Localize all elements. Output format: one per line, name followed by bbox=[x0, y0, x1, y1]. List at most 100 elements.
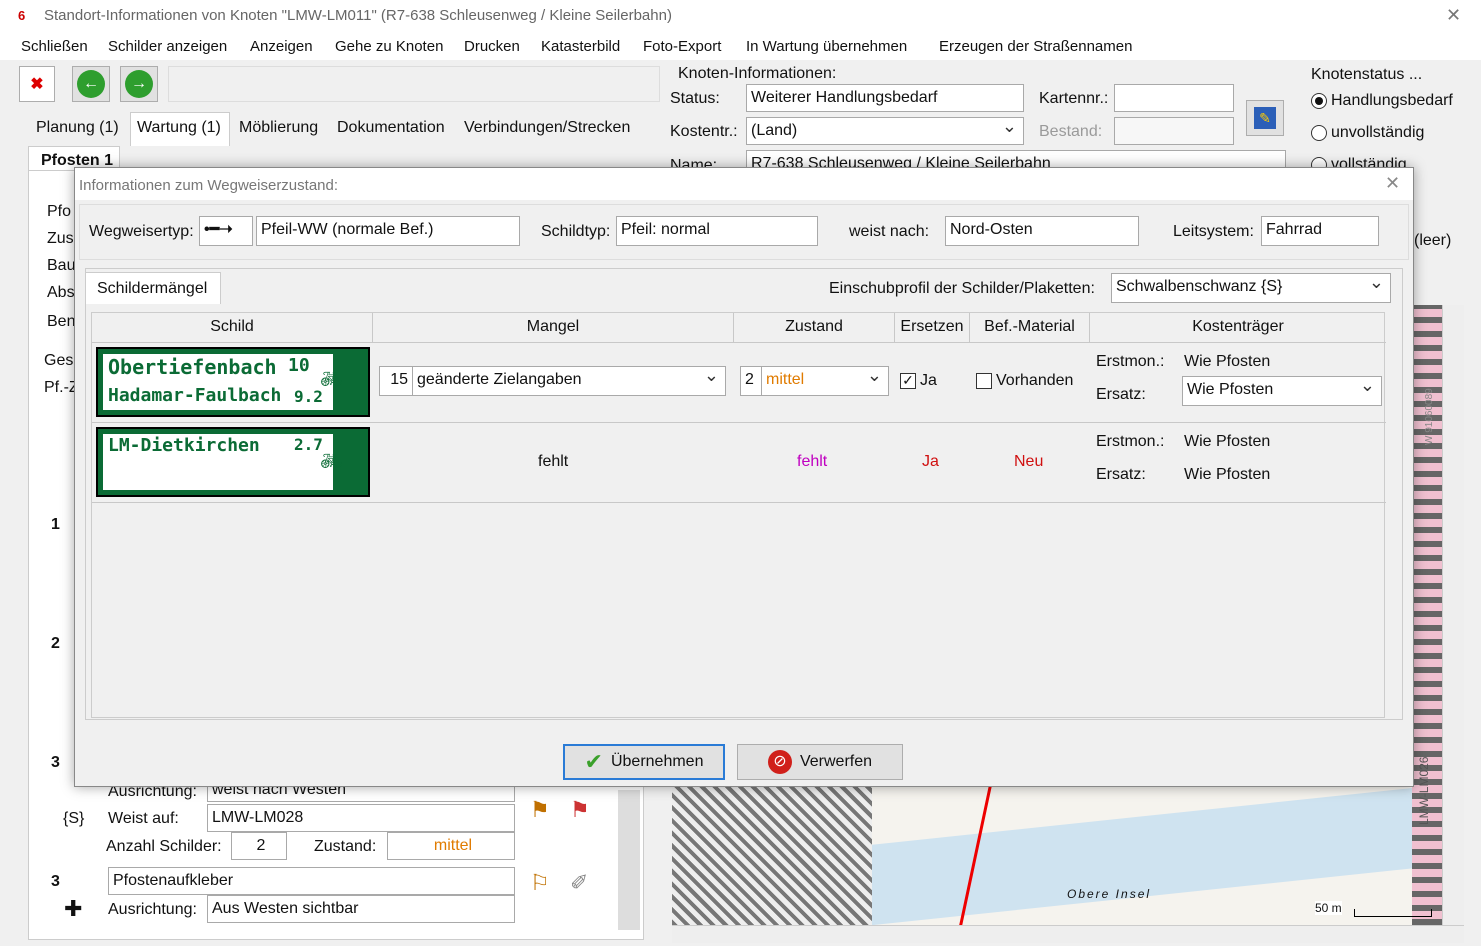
menu-strassen[interactable]: Erzeugen der Straßennamen bbox=[939, 38, 1132, 55]
ersatz-label-2: Ersatz: bbox=[1096, 466, 1146, 483]
menu-gehe[interactable]: Gehe zu Knoten bbox=[335, 38, 443, 55]
weist-nach-field[interactable]: Nord-Osten bbox=[945, 216, 1139, 246]
erstmon-label-2: Erstmon.: bbox=[1096, 433, 1165, 450]
leer-label: (leer) bbox=[1414, 232, 1452, 249]
table-row[interactable]: Obertiefenbach 10 Hadamar-Faulbach 9.2 🚲… bbox=[92, 343, 1386, 423]
einschub-label: Einschubprofil der Schilder/Plaketten: bbox=[829, 280, 1095, 297]
menu-schilder[interactable]: Schilder anzeigen bbox=[108, 38, 227, 55]
mangel-num-1[interactable]: 15 bbox=[379, 366, 413, 396]
radio-dot-off bbox=[1311, 124, 1327, 141]
app-icon: 6 bbox=[18, 8, 26, 23]
sign-delete-icon[interactable]: ⚑ bbox=[570, 797, 590, 823]
table: Schild Mangel Zustand Ersetzen Bef.-Mate… bbox=[91, 312, 1386, 718]
sign-add-icon[interactable]: ⚐ bbox=[530, 870, 550, 896]
weist-auf-label: Weist auf: bbox=[108, 810, 179, 827]
sign2-km1: 2.7 bbox=[294, 435, 323, 454]
cancel-icon: ⊘ bbox=[767, 750, 792, 774]
ersatz-select-1[interactable]: Wie Pfosten bbox=[1182, 376, 1382, 406]
header-zustand[interactable]: Zustand bbox=[734, 313, 895, 343]
erstmon-value-2: Wie Pfosten bbox=[1184, 433, 1271, 450]
window-title: Standort-Informationen von Knoten "LMW-L… bbox=[44, 7, 672, 24]
sign-edit-icon[interactable]: ✐ bbox=[570, 870, 588, 896]
header-ersetzen[interactable]: Ersetzen bbox=[895, 313, 970, 343]
befmat-checkbox-1[interactable]: Vorhanden bbox=[976, 372, 1073, 390]
einschub-select[interactable]: Schwalbenschwanz {S} bbox=[1111, 273, 1391, 303]
ersetzen-checkbox-1[interactable]: ✓ Ja bbox=[900, 372, 937, 390]
radio-dot-on bbox=[1311, 92, 1327, 109]
toolbar-spacer bbox=[168, 66, 660, 102]
kartennr-field[interactable] bbox=[1114, 84, 1234, 112]
status-label: Status: bbox=[670, 90, 720, 107]
header-mangel[interactable]: Mangel bbox=[373, 313, 734, 343]
left-scrollbar[interactable] bbox=[618, 790, 640, 930]
menu-schliessen[interactable]: Schließen bbox=[21, 38, 88, 55]
map-hscroll[interactable] bbox=[672, 925, 1464, 943]
sign-help-icon[interactable]: ⚑ bbox=[530, 797, 550, 823]
ersetzen-value-2: Ja bbox=[922, 453, 939, 470]
map-label-w: W 91060089 bbox=[1424, 388, 1435, 445]
close-icon[interactable]: ✕ bbox=[1446, 5, 1461, 26]
dialog-close-icon[interactable]: ✕ bbox=[1385, 173, 1400, 194]
map-label-insel: Obere Insel bbox=[1067, 887, 1152, 901]
map-vscroll[interactable] bbox=[1442, 305, 1464, 925]
kartennr-label: Kartennr.: bbox=[1039, 90, 1109, 107]
bestand-field[interactable] bbox=[1114, 117, 1234, 145]
radio-unvollstaendig[interactable]: unvollständig bbox=[1311, 124, 1424, 142]
edit-icon[interactable]: ✎ bbox=[1246, 100, 1284, 136]
s-tag: {S} bbox=[63, 810, 85, 827]
anzahl-label: Anzahl Schilder: bbox=[106, 838, 222, 855]
menu-anzeigen[interactable]: Anzeigen bbox=[250, 38, 313, 55]
forward-arrow-icon[interactable]: → bbox=[120, 66, 158, 102]
radio-label-1: Handlungsbedarf bbox=[1331, 92, 1453, 109]
sign2-line1: LM-Dietkirchen bbox=[108, 435, 260, 456]
mangel-value-2: fehlt bbox=[538, 453, 569, 470]
ausrichtung2-label: Ausrichtung: bbox=[108, 901, 197, 918]
uebernehmen-button[interactable]: ✔ Übernehmen bbox=[563, 744, 725, 780]
leitsystem-label: Leitsystem: bbox=[1173, 223, 1254, 240]
befmat-value-2: Neu bbox=[1014, 453, 1044, 470]
tab-schildermaengel[interactable]: Schildermängel bbox=[85, 272, 221, 304]
menu-foto[interactable]: Foto-Export bbox=[643, 38, 721, 55]
zustand-value-2: fehlt bbox=[797, 453, 828, 470]
header-kosten[interactable]: Kostenträger bbox=[1090, 313, 1386, 343]
weist-auf-field[interactable]: LMW-LM028 bbox=[207, 804, 515, 832]
sign1-km2: 9.2 bbox=[294, 387, 323, 406]
left-label-bau: Bau bbox=[47, 257, 76, 274]
back-arrow-icon[interactable]: ← bbox=[72, 66, 110, 102]
radio-handlungsbedarf[interactable]: Handlungsbedarf bbox=[1311, 92, 1453, 110]
sign1-line2: Hadamar-Faulbach bbox=[108, 385, 282, 406]
menu-kataster[interactable]: Katasterbild bbox=[541, 38, 620, 55]
verwerfen-button[interactable]: ⊘ Verwerfen bbox=[737, 744, 903, 780]
tab-verbindungen[interactable]: Verbindungen/Strecken bbox=[464, 119, 630, 137]
check-icon: ✔ bbox=[584, 749, 603, 774]
left-label-abs: Abs bbox=[47, 284, 75, 301]
table-row[interactable]: LM-Dietkirchen 2.7 🚲︎ fehlt fehlt Ja Neu… bbox=[92, 423, 1386, 503]
delete-icon[interactable]: ✖ bbox=[19, 66, 55, 102]
mangel-select-1[interactable]: geänderte Zielangaben bbox=[412, 366, 726, 396]
header-befmat[interactable]: Bef.-Material bbox=[970, 313, 1090, 343]
schildtyp-field[interactable]: Pfeil: normal bbox=[616, 216, 818, 246]
status-field[interactable]: Weiterer Handlungsbedarf bbox=[746, 84, 1024, 112]
zustand-lower-field[interactable]: mittel bbox=[387, 832, 515, 860]
leitsystem-field[interactable]: Fahrrad bbox=[1261, 216, 1379, 246]
wegweisertyp-icon-box: •━➝ bbox=[199, 216, 253, 246]
left-label-ges: Ges bbox=[44, 352, 74, 369]
tab-moeblierung[interactable]: Möblierung bbox=[239, 119, 318, 137]
bicycle-icon: 🚲︎ bbox=[320, 451, 343, 471]
zustand-num-1[interactable]: 2 bbox=[740, 366, 762, 396]
tab-wartung-active[interactable]: Wartung (1) bbox=[130, 112, 230, 146]
wegweisertyp-field[interactable]: Pfeil-WW (normale Bef.) bbox=[256, 216, 520, 246]
ausrichtung2-field[interactable]: Aus Westen sichtbar bbox=[207, 895, 515, 923]
header-schild[interactable]: Schild bbox=[92, 313, 373, 343]
tab-planung[interactable]: Planung (1) bbox=[36, 119, 119, 137]
kostentr-select[interactable]: (Land) bbox=[746, 117, 1024, 145]
menu-drucken[interactable]: Drucken bbox=[464, 38, 520, 55]
zustand-select-1[interactable]: mittel bbox=[761, 366, 889, 396]
map-houses bbox=[672, 785, 872, 925]
pfostenaufkleber-field[interactable]: Pfostenaufkleber bbox=[108, 867, 515, 895]
left-number-2: 2 bbox=[51, 635, 60, 652]
tab-dokumentation[interactable]: Dokumentation bbox=[337, 119, 445, 137]
knotenstatus-title: Knotenstatus ... bbox=[1311, 66, 1423, 83]
menu-wartung[interactable]: In Wartung übernehmen bbox=[746, 38, 907, 55]
anzahl-field[interactable]: 2 bbox=[231, 832, 287, 860]
